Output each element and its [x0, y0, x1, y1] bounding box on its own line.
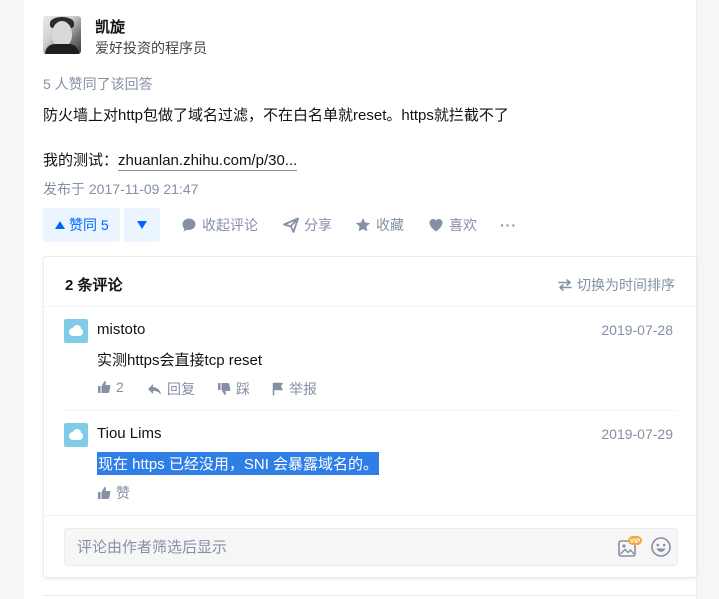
triangle-down-icon [137, 221, 147, 229]
collapse-comments-label: 收起评论 [202, 217, 258, 233]
heart-icon [429, 219, 443, 232]
paper-plane-icon [283, 217, 299, 233]
author-bio: 爱好投资的程序员 [95, 40, 207, 56]
thumbs-up-icon [98, 487, 111, 499]
vote-down-button[interactable] [124, 208, 160, 242]
sort-toggle-label: 切换为时间排序 [577, 277, 675, 293]
answer-card: 凯旋 爱好投资的程序员 5 人赞同了该回答 防火墙上对http包做了域名过滤，不… [24, 0, 697, 599]
comment-date: 2019-07-28 [601, 322, 673, 338]
comments-count: 2 条评论 [65, 277, 123, 294]
like-label: 喜欢 [449, 217, 477, 233]
post-time[interactable]: 发布于 2017-11-09 21:47 [43, 179, 198, 199]
card-border [696, 0, 697, 599]
comment-like-label: 赞 [116, 485, 130, 501]
comment-reply-button[interactable]: 回复 [147, 379, 195, 399]
sort-toggle-button[interactable]: 切换为时间排序 [558, 275, 675, 295]
votes-summary[interactable]: 5 人赞同了该回答 [43, 74, 153, 94]
star-icon [356, 218, 370, 232]
answer-link[interactable]: zhuanlan.zhihu.com/p/30... [118, 152, 298, 171]
image-icon: VIP [618, 536, 642, 557]
comment-report-button[interactable]: 举报 [272, 379, 317, 399]
answer-link-line: 我的测试：zhuanlan.zhihu.com/p/30... [43, 149, 298, 171]
commenter-avatar[interactable] [64, 319, 88, 343]
divider [43, 595, 697, 596]
comment-input[interactable] [65, 529, 611, 565]
author-name[interactable]: 凯旋 [95, 16, 125, 37]
vip-badge: VIP [630, 538, 641, 545]
comment-composer: VIP [44, 515, 696, 578]
like-button[interactable]: 喜欢 [428, 208, 477, 242]
comments-panel: 2 条评论 切换为时间排序 mistoto 2019-07-28 实测https… [43, 256, 697, 578]
share-button[interactable]: 分享 [283, 208, 332, 242]
thumbs-up-icon [98, 381, 111, 393]
commenter-name[interactable]: mistoto [97, 321, 145, 338]
vote-up-button[interactable]: 赞同 5 [43, 208, 120, 242]
reply-arrow-icon [148, 383, 161, 395]
collapse-comments-button[interactable]: 收起评论 [181, 208, 258, 242]
commenter-avatar[interactable] [64, 423, 88, 447]
emoji-button[interactable] [650, 536, 672, 558]
comment-text-selected: 现在 https 已经没用，SNI 会暴露域名的。 [97, 452, 380, 475]
switch-arrows-icon [558, 279, 572, 291]
author-avatar[interactable] [43, 16, 81, 54]
comment-like-button[interactable]: 赞 [97, 483, 130, 503]
answer-text: 防火墙上对http包做了域名过滤，不在白名单就reset。https就拦截不了 [43, 107, 509, 124]
comment-text: 实测https会直接tcp reset [97, 352, 263, 369]
link-prefix: 我的测试： [43, 152, 119, 169]
comment-date: 2019-07-29 [601, 426, 673, 442]
flag-icon [272, 382, 283, 396]
smiley-icon [651, 537, 671, 557]
comment-dislike-button[interactable]: 踩 [217, 379, 250, 399]
comment-like-count: 2 [116, 379, 124, 395]
commenter-name[interactable]: Tiou Lims [97, 425, 161, 442]
thumbs-down-icon [218, 383, 231, 395]
triangle-up-icon [55, 221, 65, 229]
comments-header: 2 条评论 切换为时间排序 [44, 257, 696, 307]
comment-like-button[interactable]: 2 [97, 379, 124, 395]
comment-divider [64, 410, 676, 411]
more-button[interactable]: ··· [500, 208, 517, 242]
comment-reply-label: 回复 [167, 381, 195, 397]
comment-bubble-icon [182, 218, 196, 232]
answer-actions: 赞同 5 收起评论 分享 收藏 喜欢 ··· [43, 208, 683, 242]
comment-dislike-label: 踩 [236, 381, 250, 397]
favorite-button[interactable]: 收藏 [355, 208, 404, 242]
insert-image-button[interactable]: VIP [618, 536, 642, 558]
vote-up-label: 赞同 5 [69, 217, 109, 233]
comment-input-wrapper: VIP [64, 528, 678, 566]
favorite-label: 收藏 [376, 217, 404, 233]
share-label: 分享 [304, 217, 332, 233]
comment-report-label: 举报 [289, 381, 317, 397]
